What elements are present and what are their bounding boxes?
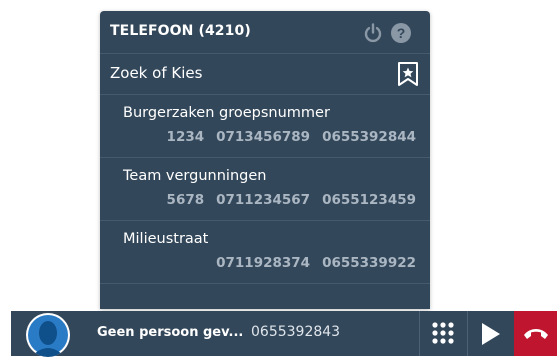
svg-text:?: ? <box>397 25 406 41</box>
entry-name: Milieustraat <box>123 231 209 247</box>
panel-title: TELEFOON (4210) <box>110 23 251 39</box>
power-icon[interactable] <box>362 22 384 44</box>
entry-numbers: 1234 0713456789 0655392844 <box>167 129 416 145</box>
entry-number[interactable]: 1234 <box>167 129 205 145</box>
entry-number[interactable]: 0711234567 <box>216 192 310 208</box>
hang-up-button[interactable] <box>514 311 557 356</box>
caller-number: 0655392843 <box>251 324 341 340</box>
entry-number[interactable]: 0713456789 <box>216 129 310 145</box>
list-item[interactable]: Milieustraat 0711928374 0655339922 <box>100 221 430 284</box>
active-call-bar: Geen persoon gev... 0655392843 <box>11 311 557 357</box>
entry-numbers: 0711928374 0655339922 <box>216 255 416 271</box>
divider <box>419 311 420 356</box>
help-icon[interactable]: ? <box>390 22 412 44</box>
caller-name: Geen persoon gev... <box>97 325 244 340</box>
panel-header: TELEFOON (4210) ? <box>100 11 430 54</box>
entry-numbers: 5678 0711234567 0655123459 <box>167 192 416 208</box>
entry-name: Team vergunningen <box>123 168 267 184</box>
list-item[interactable]: Burgerzaken groepsnummer 1234 0713456789… <box>100 95 430 158</box>
person-avatar <box>26 313 70 357</box>
entry-number[interactable]: 0655339922 <box>322 255 416 271</box>
search-placeholder: Zoek of Kies <box>110 64 203 82</box>
search-dial-field[interactable]: Zoek of Kies <box>100 54 430 95</box>
entry-number[interactable]: 0655392844 <box>322 129 416 145</box>
divider <box>467 311 468 356</box>
phone-panel: TELEFOON (4210) ? Zoek of Kies Burgerzak… <box>100 11 430 309</box>
entry-name: Burgerzaken groepsnummer <box>123 105 330 121</box>
entry-number[interactable]: 0655123459 <box>322 192 416 208</box>
hang-up-phone-icon <box>524 329 548 339</box>
entry-number[interactable]: 0711928374 <box>216 255 310 271</box>
entry-number[interactable]: 5678 <box>167 192 205 208</box>
keypad-icon[interactable] <box>431 321 455 345</box>
list-item[interactable]: Team vergunningen 5678 0711234567 065512… <box>100 158 430 221</box>
play-icon[interactable] <box>480 322 502 346</box>
bookmark-star-icon[interactable] <box>396 61 420 87</box>
